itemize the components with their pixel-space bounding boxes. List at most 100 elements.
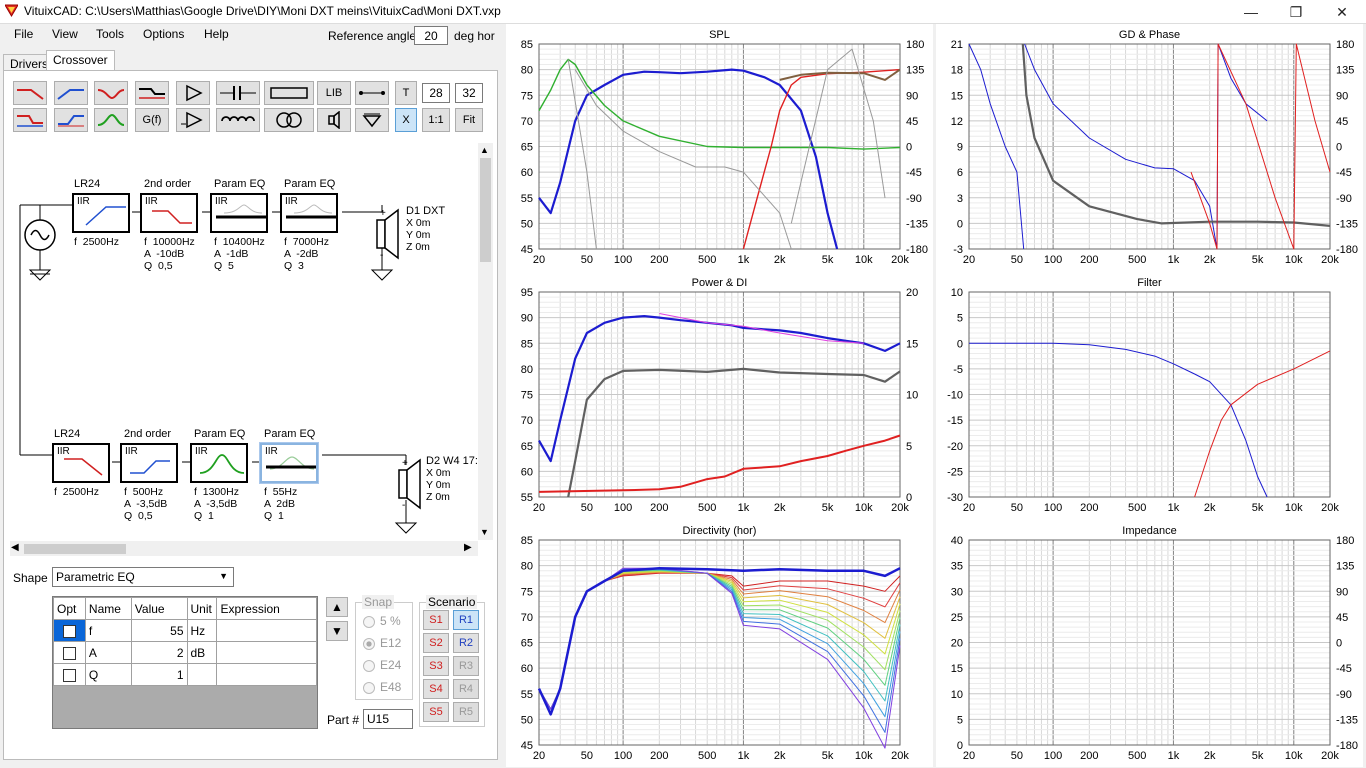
opt-checkbox[interactable]	[53, 641, 86, 664]
zoom-1-1-button[interactable]: 1:1	[422, 108, 450, 132]
grid-size-field[interactable]: 28	[422, 83, 450, 103]
reference-angle-input[interactable]	[414, 26, 448, 45]
scenario-r2-button[interactable]: R2	[453, 633, 479, 653]
font-size-field[interactable]: 32	[455, 83, 483, 103]
restore-button[interactable]: ❐	[1273, 0, 1319, 24]
scenario-r1-button[interactable]: R1	[453, 610, 479, 630]
gd-xtick: 100	[1044, 254, 1062, 266]
svg-text:-: -	[380, 250, 383, 261]
delete-button[interactable]: X	[395, 108, 417, 132]
filter-ytick-left: -15	[947, 415, 963, 427]
directivity-xtick: 200	[650, 750, 668, 762]
buffer-tool-button[interactable]	[176, 81, 210, 105]
filter-block-peq-7000[interactable]: IIR	[280, 193, 338, 233]
scroll-up-icon[interactable]: ▲	[480, 145, 489, 155]
driver2-z: Z 0m	[426, 491, 450, 503]
param-name: A	[84, 641, 132, 664]
scroll-left-icon[interactable]: ◀	[11, 542, 19, 553]
resistor-tool-button[interactable]	[264, 81, 314, 105]
snap-option-e12[interactable]: E12	[363, 636, 401, 650]
close-button[interactable]: ✕	[1319, 0, 1365, 24]
scenario-s1-button[interactable]: S1	[423, 610, 449, 630]
menu-tools[interactable]: Tools	[96, 27, 124, 41]
wire-tool-button[interactable]	[355, 81, 389, 105]
inverter-tool-button[interactable]	[176, 108, 210, 132]
vertical-scroll-thumb[interactable]	[480, 158, 491, 262]
block-params: f 10400Hz A -1dB Q 5	[214, 236, 265, 272]
inductor-tool-button[interactable]	[216, 108, 260, 132]
ground-tool-button[interactable]	[355, 108, 389, 132]
library-button[interactable]: LIB	[317, 81, 351, 105]
table-row[interactable]: A 2 dB	[53, 641, 317, 664]
scenario-s2-button[interactable]: S2	[423, 633, 449, 653]
param-expression[interactable]	[216, 619, 317, 642]
block-title: 2nd order	[144, 178, 192, 190]
impedance-ytick-right: 0	[1336, 638, 1342, 650]
filter-block-lr24-bottom[interactable]: IIR	[52, 443, 110, 483]
table-row[interactable]: f 55 Hz	[53, 619, 317, 642]
scenario-s4-button[interactable]: S4	[423, 679, 449, 699]
driver-tool-button[interactable]	[317, 108, 351, 132]
power-xtick: 200	[650, 502, 668, 514]
table-row[interactable]: Q 1	[53, 663, 317, 686]
lowpass2-tool-button[interactable]	[13, 108, 47, 132]
snap-option-5pct[interactable]: 5 %	[363, 614, 401, 628]
snap-option-e24[interactable]: E24	[363, 658, 401, 672]
opt-checkbox[interactable]	[53, 619, 86, 642]
impedance-ytick-left: 15	[951, 663, 963, 675]
scenario-s5-button[interactable]: S5	[423, 702, 449, 722]
filter-block-2nd-order-bottom[interactable]: IIR	[120, 443, 178, 483]
move-up-button[interactable]: ▲	[326, 597, 348, 617]
param-value[interactable]: 1	[130, 663, 188, 686]
spl-ytick-right: 45	[906, 116, 918, 128]
power-ytick-left: 90	[521, 313, 533, 325]
horizontal-scroll-thumb[interactable]	[24, 544, 126, 554]
menu-file[interactable]: File	[14, 27, 33, 41]
filter-ytick-left: -20	[947, 441, 963, 453]
menu-options[interactable]: Options	[143, 27, 184, 41]
capacitor-icon	[220, 86, 256, 100]
part-number-input[interactable]	[363, 709, 413, 729]
param-value[interactable]: 55	[130, 619, 188, 642]
shape-select[interactable]: Parametric EQ ▼	[52, 567, 234, 587]
param-expression[interactable]	[216, 663, 317, 686]
snap-option-e48[interactable]: E48	[363, 680, 401, 694]
scenario-r3-button[interactable]: R3	[453, 656, 479, 676]
filter-block-peq-55-selected[interactable]: IIR	[260, 443, 318, 483]
filter-block-2nd-order-top[interactable]: IIR	[140, 193, 198, 233]
scenario-r5-button[interactable]: R5	[453, 702, 479, 722]
scenario-s3-button[interactable]: S3	[423, 656, 449, 676]
shelf-tool-button[interactable]	[135, 81, 169, 105]
block-title: Param EQ	[194, 428, 246, 440]
text-tool-button[interactable]: T	[395, 81, 417, 105]
opt-checkbox[interactable]	[53, 663, 86, 686]
menu-view[interactable]: View	[52, 27, 78, 41]
scroll-right-icon[interactable]: ▶	[464, 542, 472, 553]
shape-label: Shape	[13, 571, 48, 585]
move-down-button[interactable]: ▼	[326, 621, 348, 641]
param-unit: dB	[186, 641, 218, 664]
capacitor-tool-button[interactable]	[216, 81, 260, 105]
filter-block-lr24-top[interactable]: IIR	[72, 193, 130, 233]
highpass-tool-button[interactable]	[54, 81, 88, 105]
transfer-function-button[interactable]: G(f)	[135, 108, 169, 132]
param-expression[interactable]	[216, 641, 317, 664]
peak-tool-button[interactable]	[94, 108, 128, 132]
scroll-down-icon[interactable]: ▼	[480, 527, 489, 537]
highpass2-tool-button[interactable]	[54, 108, 88, 132]
minimize-button[interactable]: —	[1228, 0, 1274, 24]
directivity-xtick: 5k	[822, 750, 834, 762]
tab-crossover[interactable]: Crossover	[46, 50, 115, 71]
col-header-value: Value	[130, 597, 188, 620]
lowpass-tool-button[interactable]	[13, 81, 47, 105]
schematic-canvas[interactable]: + - + - LR24 IIR f 2500Hz 2nd order IIR f …	[10, 145, 478, 540]
scenario-r4-button[interactable]: R4	[453, 679, 479, 699]
transformer-tool-button[interactable]	[264, 108, 314, 132]
param-value[interactable]: 2	[130, 641, 188, 664]
notch-tool-button[interactable]	[94, 81, 128, 105]
impedance-ytick-left: 25	[951, 612, 963, 624]
filter-block-peq-1300[interactable]: IIR	[190, 443, 248, 483]
zoom-fit-button[interactable]: Fit	[455, 108, 483, 132]
filter-block-peq-10400[interactable]: IIR	[210, 193, 268, 233]
menu-help[interactable]: Help	[204, 27, 229, 41]
